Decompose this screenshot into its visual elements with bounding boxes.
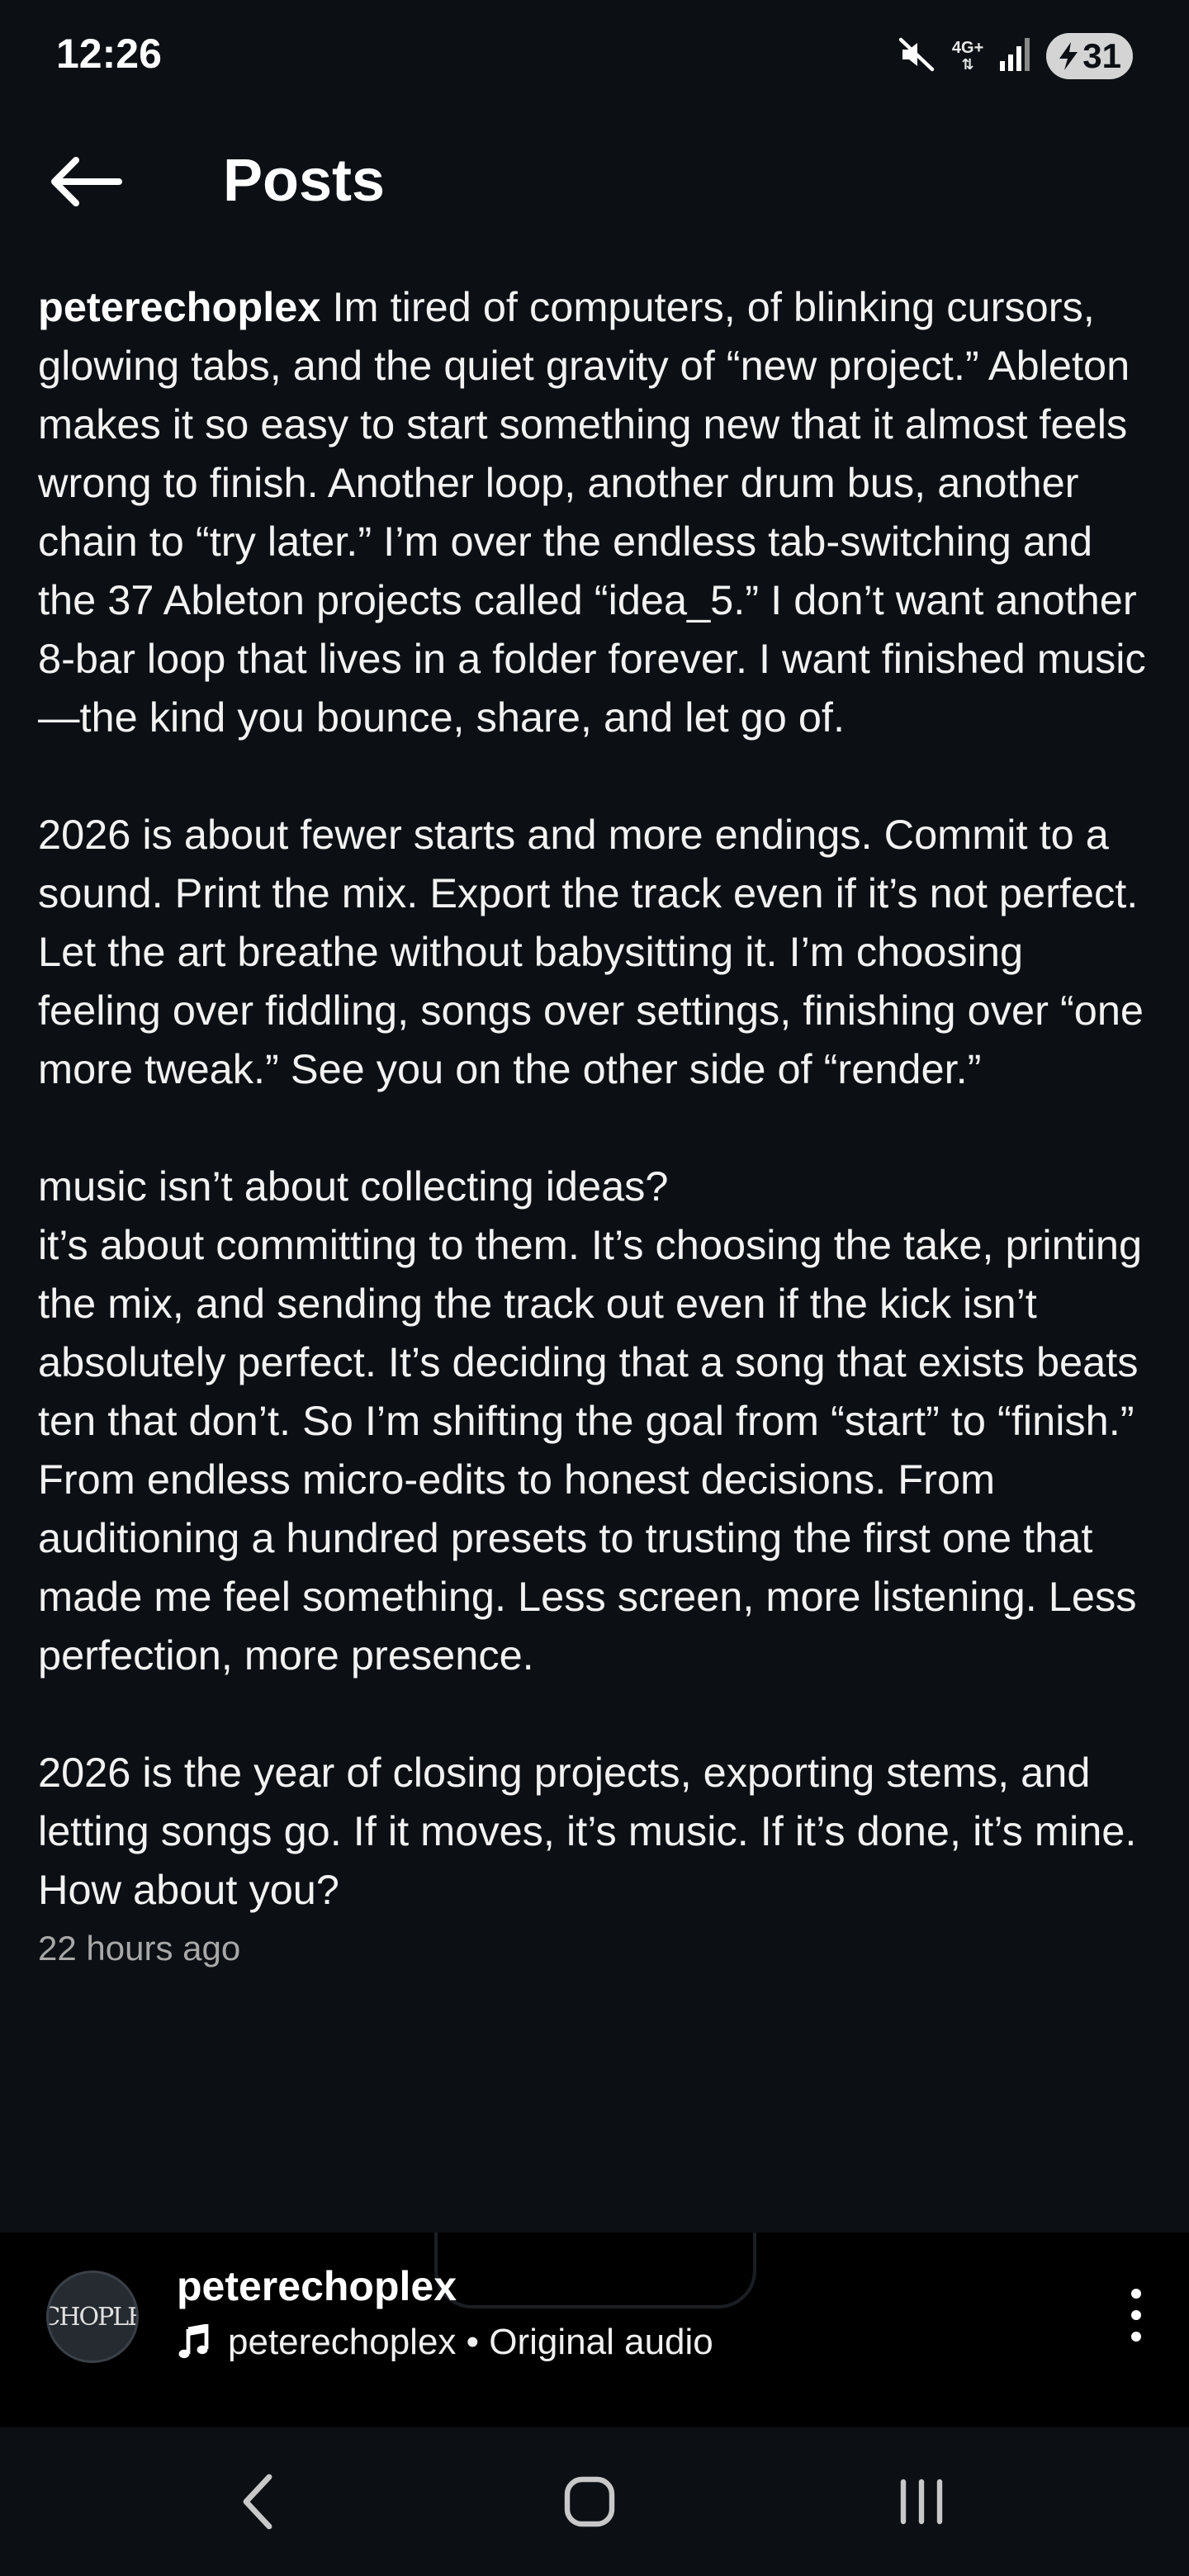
audio-label: peterechoplex • Original audio	[228, 2322, 713, 2362]
caption-username[interactable]: peterechoplex	[38, 283, 320, 330]
charging-icon	[1059, 42, 1078, 70]
nav-back-button[interactable]	[200, 2460, 315, 2543]
caption-paragraph-4: 2026 is the year of closing projects, ex…	[38, 1749, 1137, 1913]
post-timestamp: 22 hours ago	[38, 1929, 241, 1968]
more-options-button[interactable]	[1120, 2280, 1153, 2350]
caption-paragraph-2: 2026 is about fewer starts and more endi…	[38, 811, 1144, 1092]
status-time: 12:26	[56, 31, 162, 77]
battery-level: 31	[1082, 36, 1121, 75]
nav-recents-button[interactable]	[864, 2460, 979, 2543]
battery-indicator: 31	[1046, 33, 1133, 79]
signal-icon	[998, 36, 1031, 77]
status-icons: 4G+ ⇅ 31	[898, 31, 1133, 81]
account-name[interactable]: peterechoplex	[177, 2262, 457, 2310]
back-button[interactable]	[46, 147, 126, 216]
music-note-icon	[178, 2324, 209, 2359]
mute-icon	[898, 35, 937, 78]
post-caption: peterechoplex Im tired of computers, of …	[38, 277, 1153, 1968]
chevron-left-icon	[243, 2474, 272, 2530]
more-dot-2	[1131, 2310, 1141, 2320]
nav-home-button[interactable]	[532, 2460, 647, 2543]
home-icon	[564, 2476, 615, 2527]
network-type: 4G+ ⇅	[951, 39, 984, 73]
system-nav-bar	[0, 2427, 1189, 2576]
more-dot-3	[1131, 2332, 1141, 2342]
audio-player[interactable]: ECHOPLEX peterechoplex peterechoplex • O…	[0, 2233, 1189, 2427]
status-bar: 12:26 4G+ ⇅ 31	[0, 0, 1189, 112]
caption-paragraph-3: music isn’t about collecting ideas? it’s…	[38, 1163, 1143, 1679]
player-handle	[434, 2233, 756, 2308]
caption-paragraph-1: peterechoplex Im tired of computers, of …	[38, 277, 1153, 746]
arrow-left-icon	[51, 157, 122, 206]
recents-icon	[900, 2479, 943, 2525]
avatar-logo: ECHOPLEX	[49, 2302, 136, 2332]
caption-text: Im tired of computers, of blinking curso…	[38, 283, 1146, 741]
audio-link[interactable]: peterechoplex • Original audio	[177, 2322, 713, 2363]
top-bar: Posts	[0, 132, 1189, 231]
page-title: Posts	[223, 148, 386, 214]
more-dot-1	[1131, 2289, 1141, 2299]
avatar[interactable]: ECHOPLEX	[46, 2271, 139, 2363]
